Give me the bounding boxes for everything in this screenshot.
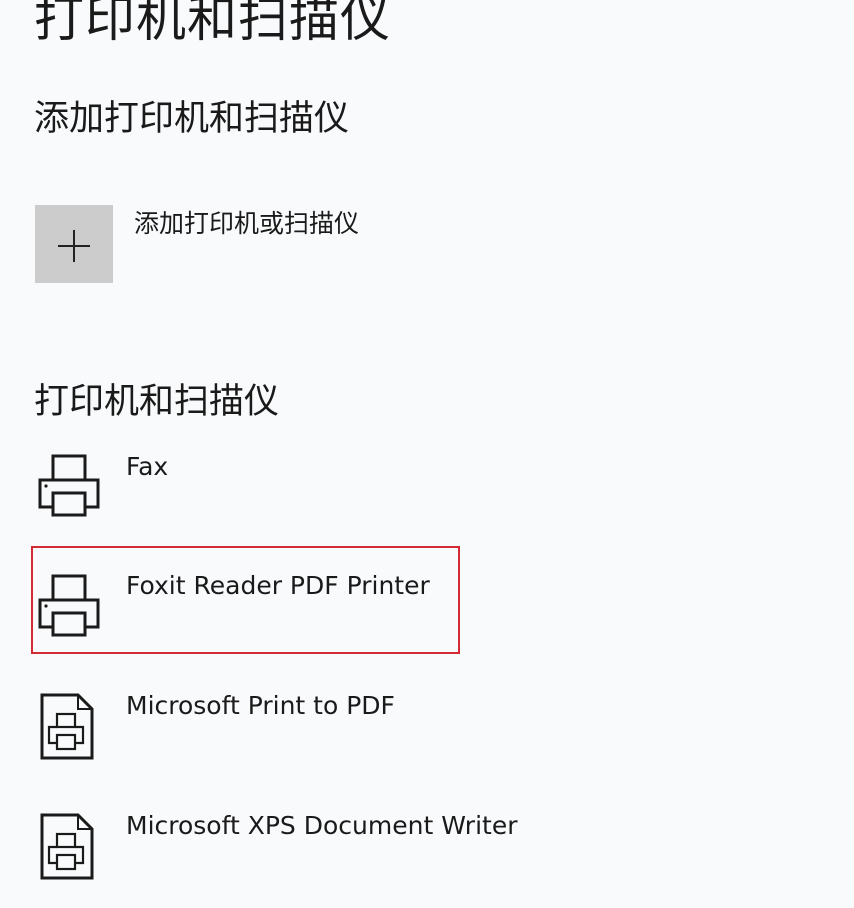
- device-item-ms-xps[interactable]: Microsoft XPS Document Writer: [30, 808, 530, 908]
- add-section-heading: 添加打印机和扫描仪: [34, 99, 350, 139]
- device-item-foxit[interactable]: Foxit Reader PDF Printer: [30, 568, 530, 668]
- device-label-fax: Fax: [126, 452, 169, 481]
- add-printer-button[interactable]: 添加打印机或扫描仪: [35, 205, 455, 283]
- device-label-ms-xps: Microsoft XPS Document Writer: [126, 811, 518, 840]
- device-label-foxit: Foxit Reader PDF Printer: [126, 571, 430, 600]
- device-item-fax[interactable]: Fax: [30, 448, 530, 548]
- page-title: 打印机和扫描仪: [34, 0, 391, 48]
- printer-icon: [38, 574, 100, 637]
- document-printer-icon: [40, 693, 94, 760]
- devices-section-heading: 打印机和扫描仪: [34, 382, 280, 422]
- device-item-ms-print-to-pdf[interactable]: Microsoft Print to PDF: [30, 688, 530, 788]
- add-printer-label: 添加打印机或扫描仪: [134, 209, 360, 238]
- document-printer-icon: [40, 813, 94, 880]
- plus-icon: [58, 230, 90, 262]
- device-label-ms-print-to-pdf: Microsoft Print to PDF: [126, 691, 395, 720]
- add-tile[interactable]: [35, 205, 113, 283]
- printer-icon: [38, 454, 100, 517]
